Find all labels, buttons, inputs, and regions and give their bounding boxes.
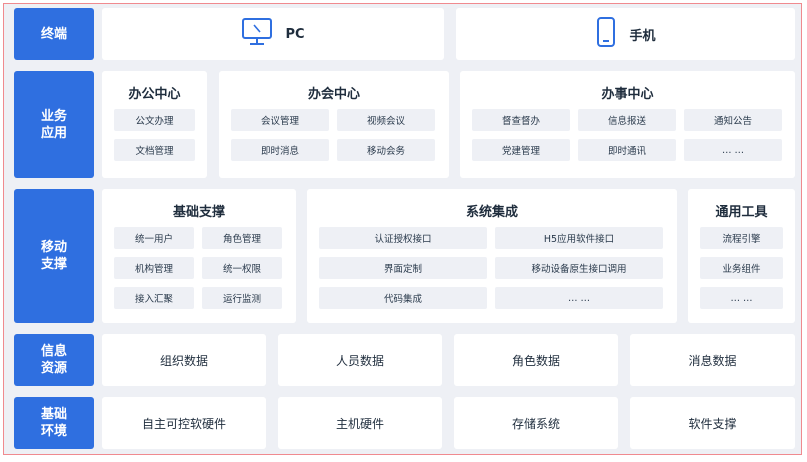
- integration-item: … …: [495, 287, 663, 309]
- affairs-item: 党建管理: [472, 139, 570, 161]
- meeting-center-title: 办会中心: [307, 87, 360, 102]
- info-card: 人员数据: [278, 334, 442, 386]
- affairs-center-card: 办事中心 督查督办 信息报送 通知公告 党建管理 即时通讯 … …: [460, 71, 795, 178]
- affairs-center-title: 办事中心: [601, 87, 654, 102]
- business-label: 业务 应用: [14, 71, 94, 178]
- base-item: 接入汇聚: [114, 287, 194, 309]
- info-resource-label: 信息 资源: [14, 334, 94, 386]
- meeting-item: 移动会务: [337, 139, 435, 161]
- base-item: 统一用户: [114, 227, 194, 249]
- integration-item: 界面定制: [319, 257, 487, 279]
- base-support-card: 基础支撑 统一用户 角色管理 机构管理 统一权限 接入汇聚 运行监测: [102, 189, 296, 323]
- meeting-item: 即时消息: [231, 139, 329, 161]
- infra-card: 主机硬件: [278, 397, 442, 449]
- architecture-diagram: 终端 PC 手机 业务 应用 办公中心 公文办理 文档管理 办会中心 会议管理 …: [3, 3, 802, 455]
- general-tools-title: 通用工具: [715, 205, 768, 220]
- pc-card: PC: [102, 8, 444, 60]
- info-card: 消息数据: [630, 334, 795, 386]
- terminal-layer: 终端 PC 手机: [14, 8, 795, 60]
- infra-card: 存储系统: [454, 397, 618, 449]
- affairs-item: 督查督办: [472, 109, 570, 131]
- integration-item: 移动设备原生接口调用: [495, 257, 663, 279]
- office-item: 文档管理: [114, 139, 195, 161]
- mobile-support-label: 移动 支撑: [14, 189, 94, 323]
- infra-card: 软件支撑: [630, 397, 795, 449]
- integration-card: 系统集成 认证授权接口 H5应用软件接口 界面定制 移动设备原生接口调用 代码集…: [307, 189, 677, 323]
- info-card: 组织数据: [102, 334, 266, 386]
- tools-item: 流程引擎: [700, 227, 783, 249]
- office-center-title: 办公中心: [128, 87, 181, 102]
- monitor-icon: [241, 17, 273, 51]
- phone-label: 手机: [629, 28, 656, 44]
- base-item: 运行监测: [202, 287, 282, 309]
- pc-label: PC: [285, 26, 305, 42]
- infrastructure-layer: 基础 环境 自主可控软硬件 主机硬件 存储系统 软件支撑: [14, 397, 795, 449]
- office-center-card: 办公中心 公文办理 文档管理: [102, 71, 207, 178]
- base-item: 角色管理: [202, 227, 282, 249]
- affairs-item: … …: [684, 139, 782, 161]
- meeting-item: 视频会议: [337, 109, 435, 131]
- base-support-title: 基础支撑: [172, 205, 225, 220]
- affairs-item: 即时通讯: [578, 139, 676, 161]
- integration-item: H5应用软件接口: [495, 227, 663, 249]
- terminal-label: 终端: [14, 8, 94, 60]
- affairs-item: 通知公告: [684, 109, 782, 131]
- tools-item: … …: [700, 287, 783, 309]
- office-item: 公文办理: [114, 109, 195, 131]
- infra-card: 自主可控软硬件: [102, 397, 266, 449]
- base-item: 统一权限: [202, 257, 282, 279]
- meeting-center-card: 办会中心 会议管理 视频会议 即时消息 移动会务: [219, 71, 449, 178]
- tools-item: 业务组件: [700, 257, 783, 279]
- info-card: 角色数据: [454, 334, 618, 386]
- infrastructure-label: 基础 环境: [14, 397, 94, 449]
- phone-icon: [595, 16, 617, 52]
- integration-item: 代码集成: [319, 287, 487, 309]
- integration-item: 认证授权接口: [319, 227, 487, 249]
- base-item: 机构管理: [114, 257, 194, 279]
- affairs-item: 信息报送: [578, 109, 676, 131]
- info-resource-layer: 信息 资源 组织数据 人员数据 角色数据 消息数据: [14, 334, 795, 386]
- meeting-item: 会议管理: [231, 109, 329, 131]
- business-layer: 业务 应用 办公中心 公文办理 文档管理 办会中心 会议管理 视频会议 即时消息…: [14, 71, 795, 178]
- mobile-support-layer: 移动 支撑 基础支撑 统一用户 角色管理 机构管理 统一权限 接入汇聚 运行监测…: [14, 189, 795, 323]
- integration-title: 系统集成: [465, 205, 518, 220]
- general-tools-card: 通用工具 流程引擎 业务组件 … …: [688, 189, 795, 323]
- phone-card: 手机: [456, 8, 795, 60]
